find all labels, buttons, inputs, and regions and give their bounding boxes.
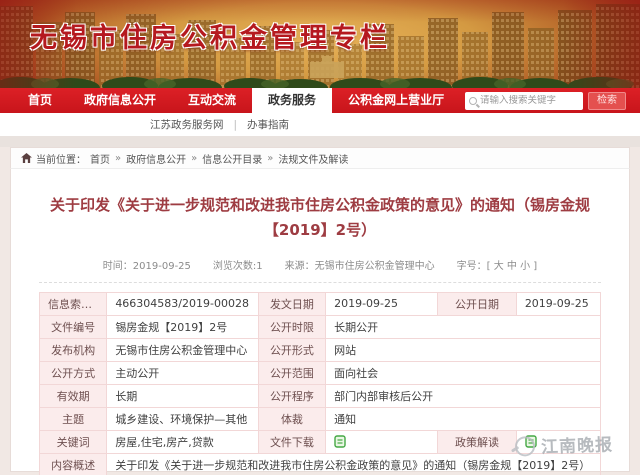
divider [39, 282, 601, 283]
value-open-form: 网站 [326, 338, 601, 361]
search-icon [469, 97, 477, 105]
table-row: 公开方式 主动公开 公开范围 面向社会 [40, 361, 601, 384]
breadcrumb-directory[interactable]: 信息公开目录 [202, 151, 262, 166]
value-index-no: 466304583/2019-00028 [107, 292, 258, 315]
label-summary: 内容概述 [40, 453, 107, 475]
value-issue-date: 2019-09-25 [326, 292, 438, 315]
label-file-download: 文件下载 [258, 430, 325, 453]
search-area: 检索 [465, 88, 640, 113]
value-open-term: 长期公开 [326, 315, 601, 338]
search-input[interactable] [480, 95, 579, 106]
subnav-separator: | [234, 119, 238, 131]
file-download-icon[interactable] [334, 435, 346, 448]
label-open-term: 公开时限 [258, 315, 325, 338]
table-row: 发布机构 无锡市住房公积金管理中心 公开形式 网站 [40, 338, 601, 361]
breadcrumb-current[interactable]: 法规文件及解读 [278, 151, 348, 166]
breadcrumb-home[interactable]: 首页 [90, 151, 110, 166]
meta-time: 时间：2019-09-25 [103, 257, 191, 272]
article-meta: 时间：2019-09-25 浏览次数:1 来源：无锡市住房公积金管理中心 字号：… [39, 257, 601, 272]
label-policy-interpretation: 政策解读 [438, 430, 517, 453]
value-open-method: 主动公开 [107, 361, 258, 384]
label-index-no: 信息索引号 [40, 292, 107, 315]
breadcrumb-sep: » [115, 153, 121, 164]
label-open-method: 公开方式 [40, 361, 107, 384]
breadcrumb-sep: » [267, 153, 273, 164]
fontsize-label: 字号： [457, 261, 487, 272]
search-box[interactable] [465, 92, 583, 110]
main-nav: 首页 政府信息公开 互动交流 政务服务 公积金网上营业厅 检索 [0, 88, 640, 113]
value-topic: 城乡建设、环境保护—其他 [107, 407, 258, 430]
value-open-scope: 面向社会 [326, 361, 601, 384]
value-genre: 通知 [326, 407, 601, 430]
nav-item-services-active[interactable]: 政务服务 [252, 88, 332, 113]
meta-source: 来源：无锡市住房公积金管理中心 [285, 257, 435, 272]
fontsize-options[interactable]: [ 大 中 小 ] [487, 261, 538, 272]
value-issuing-agency: 无锡市住房公积金管理中心 [107, 338, 258, 361]
nav-item-online-hall[interactable]: 公积金网上营业厅 [332, 88, 460, 113]
label-validity: 有效期 [40, 384, 107, 407]
cell-policy-interpretation [516, 430, 600, 453]
value-open-procedure: 部门内部审核后公开 [326, 384, 601, 407]
sub-nav: 江苏政务服务网 | 办事指南 [0, 113, 640, 136]
spacer-strip [0, 136, 640, 147]
table-row: 主题 城乡建设、环境保护—其他 体裁 通知 [40, 407, 601, 430]
breadcrumb-prefix: 当前位置： [36, 151, 86, 166]
label-doc-number: 文件编号 [40, 315, 107, 338]
meta-views: 浏览次数:1 [213, 257, 263, 272]
value-validity: 长期 [107, 384, 258, 407]
article-title: 关于印发《关于进一步规范和改进我市住房公积金政策的意见》的通知（锡房金规【201… [50, 193, 590, 243]
nav-item-gov-info[interactable]: 政府信息公开 [68, 88, 172, 113]
value-summary: 关于印发《关于进一步规范和改进我市住房公积金政策的意见》的通知（锡房金规【201… [107, 453, 601, 475]
breadcrumb-gov-info[interactable]: 政府信息公开 [126, 151, 186, 166]
table-row: 文件编号 锡房金规【2019】2号 公开时限 长期公开 [40, 315, 601, 338]
value-publish-date: 2019-09-25 [516, 292, 600, 315]
table-row: 关键词 房屋,住宅,房产,贷款 文件下载 政策解读 [40, 430, 601, 453]
nav-item-interaction[interactable]: 互动交流 [172, 88, 252, 113]
meta-fontsize: 字号：[ 大 中 小 ] [457, 257, 538, 272]
subnav-link-jiangsu[interactable]: 江苏政务服务网 [150, 117, 224, 132]
label-publish-date: 公开日期 [438, 292, 517, 315]
cell-file-download [326, 430, 438, 453]
search-button[interactable]: 检索 [588, 92, 626, 110]
home-icon [21, 153, 32, 163]
label-open-form: 公开形式 [258, 338, 325, 361]
breadcrumb-sep: » [191, 153, 197, 164]
label-issuing-agency: 发布机构 [40, 338, 107, 361]
label-topic: 主题 [40, 407, 107, 430]
article-panel: 关于印发《关于进一步规范和改进我市住房公积金政策的意见》的通知（锡房金规【201… [10, 169, 630, 472]
table-row: 有效期 长期 公开程序 部门内部审核后公开 [40, 384, 601, 407]
site-title: 无锡市住房公积金管理专栏 [30, 16, 390, 55]
value-doc-number: 锡房金规【2019】2号 [107, 315, 258, 338]
breadcrumb: 当前位置： 首页 » 政府信息公开 » 信息公开目录 » 法规文件及解读 [10, 147, 630, 169]
policy-interpretation-icon[interactable] [525, 435, 537, 448]
header-banner: 无锡市住房公积金管理专栏 [0, 0, 640, 88]
label-open-scope: 公开范围 [258, 361, 325, 384]
label-issue-date: 发文日期 [258, 292, 325, 315]
nav-item-home[interactable]: 首页 [12, 88, 68, 113]
value-keywords: 房屋,住宅,房产,贷款 [107, 430, 258, 453]
label-open-procedure: 公开程序 [258, 384, 325, 407]
label-genre: 体裁 [258, 407, 325, 430]
info-table: 信息索引号 466304583/2019-00028 发文日期 2019-09-… [39, 292, 601, 475]
subnav-link-guide[interactable]: 办事指南 [247, 117, 289, 132]
table-row: 内容概述 关于印发《关于进一步规范和改进我市住房公积金政策的意见》的通知（锡房金… [40, 453, 601, 475]
table-row: 信息索引号 466304583/2019-00028 发文日期 2019-09-… [40, 292, 601, 315]
label-keywords: 关键词 [40, 430, 107, 453]
